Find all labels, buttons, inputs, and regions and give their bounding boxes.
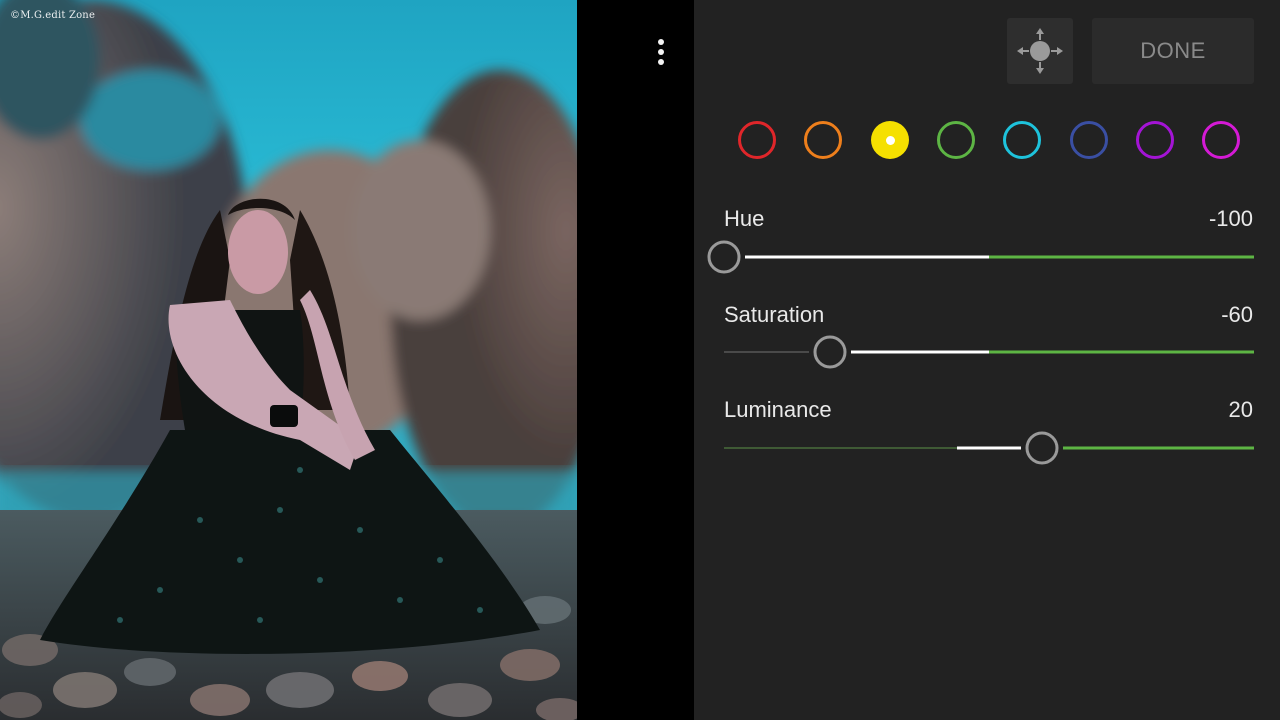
hue-label: Hue: [724, 206, 765, 231]
swatch-purple[interactable]: [1136, 121, 1174, 159]
luminance-label: Luminance: [724, 397, 832, 422]
swatch-red[interactable]: [738, 121, 776, 159]
luminance-slider[interactable]: [704, 428, 1260, 468]
photo-preview[interactable]: ©M.G.edit Zone: [0, 0, 577, 720]
swatch-orange[interactable]: [804, 121, 842, 159]
app-root: ©M.G.edit Zone DONE Hue -100 Saturation …: [0, 0, 1280, 720]
slider-knob[interactable]: [1025, 431, 1059, 465]
targeted-adjust-button[interactable]: [1007, 18, 1073, 84]
swatch-magenta[interactable]: [1202, 121, 1240, 159]
separator-strip: [577, 0, 694, 720]
swatch-blue[interactable]: [1070, 121, 1108, 159]
more-vertical-icon-dot: [658, 49, 664, 55]
done-button[interactable]: DONE: [1092, 18, 1254, 84]
slider-knob[interactable]: [813, 335, 847, 369]
selected-dot-icon: [885, 135, 895, 145]
hue-slider[interactable]: [704, 237, 1260, 277]
saturation-label: Saturation: [724, 302, 825, 327]
watermark-text: ©M.G.edit Zone: [10, 10, 96, 21]
luminance-value: 20: [1228, 397, 1253, 422]
move-target-icon: [1017, 28, 1063, 74]
saturation-slider[interactable]: [704, 332, 1260, 372]
saturation-value: -60: [1221, 302, 1253, 327]
swatch-yellow[interactable]: [871, 121, 909, 159]
slider-knob[interactable]: [707, 240, 741, 274]
more-options-button[interactable]: [650, 34, 672, 70]
hue-value: -100: [1208, 206, 1253, 231]
more-vertical-icon-dot: [658, 59, 664, 65]
more-vertical-icon: [658, 39, 664, 45]
color-swatch-row: [738, 121, 1240, 159]
photo-image: [0, 0, 577, 720]
swatch-aqua[interactable]: [1003, 121, 1041, 159]
swatch-green[interactable]: [937, 121, 975, 159]
